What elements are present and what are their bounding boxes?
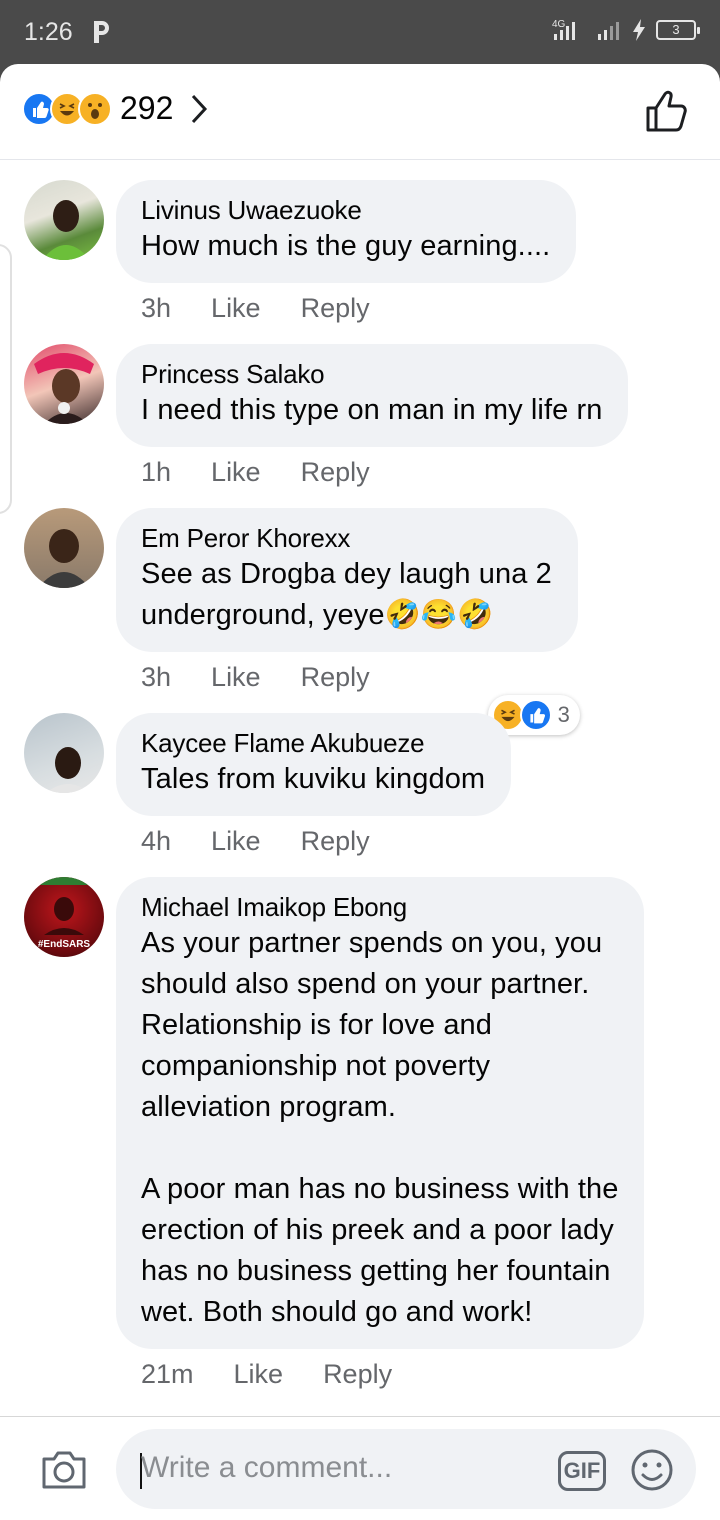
avatar[interactable] xyxy=(24,180,104,260)
comment-time: 21m xyxy=(141,1359,194,1389)
comment-actions: 1h Like Reply xyxy=(116,455,628,489)
comment-author[interactable]: Livinus Uwaezuoke xyxy=(141,194,550,226)
comment: Livinus Uwaezuoke How much is the guy ea… xyxy=(0,180,720,344)
signal-icon-2 xyxy=(598,22,619,40)
comment-actions: 4h Like Reply xyxy=(116,824,511,858)
gif-button[interactable]: GIF xyxy=(558,1451,606,1491)
comment-input-placeholder: Write a comment... xyxy=(141,1451,393,1484)
comment-composer: Write a comment... GIF xyxy=(0,1416,720,1520)
comment: Kaycee Flame Akubueze Tales from kuviku … xyxy=(0,713,720,877)
comment-time: 3h xyxy=(141,293,172,323)
comment-actions: 3h Like Reply xyxy=(116,291,576,325)
comment: Em Peror Khorexx See as Drogba dey laugh… xyxy=(0,508,720,735)
svg-text:#EndSARS: #EndSARS xyxy=(38,939,91,950)
like-button[interactable]: Like xyxy=(211,291,261,325)
comments-sheet: 292 Livinus Uwaezuoke How much is the gu… xyxy=(0,64,720,1520)
comment-time: 4h xyxy=(141,826,172,856)
comment-author[interactable]: Princess Salako xyxy=(141,358,602,390)
svg-text:4G: 4G xyxy=(552,19,566,30)
reply-button[interactable]: Reply xyxy=(323,1357,392,1391)
like-post-button[interactable] xyxy=(644,88,690,134)
charging-icon xyxy=(633,19,645,41)
battery-icon: 3 xyxy=(656,20,700,40)
reply-button[interactable]: Reply xyxy=(301,660,370,694)
comment: Princess Salako I need this type on man … xyxy=(0,344,720,508)
comment-bubble[interactable]: Princess Salako I need this type on man … xyxy=(116,344,629,447)
avatar[interactable] xyxy=(24,508,104,588)
like-button[interactable]: Like xyxy=(211,455,261,489)
camera-icon[interactable] xyxy=(40,1449,88,1491)
like-button[interactable]: Like xyxy=(211,824,261,858)
reply-button[interactable]: Reply xyxy=(301,291,370,325)
comment-bubble[interactable]: Livinus Uwaezuoke How much is the guy ea… xyxy=(116,180,577,283)
comment-bubble[interactable]: Kaycee Flame Akubueze Tales from kuviku … xyxy=(116,713,512,816)
comment-actions: 3h Like Reply xyxy=(116,660,578,694)
comment-bubble[interactable]: Em Peror Khorexx See as Drogba dey laugh… xyxy=(116,508,578,652)
like-button[interactable]: Like xyxy=(234,1357,284,1391)
comment-text: As your partner spends on you, you shoul… xyxy=(141,927,619,1328)
comment-actions: 21m Like Reply xyxy=(116,1357,644,1391)
signal-icon: 4G xyxy=(552,19,575,40)
comment-bubble[interactable]: Michael Imaikop Ebong As your partner sp… xyxy=(116,877,645,1349)
comment-text: Tales from kuviku kingdom xyxy=(141,763,486,795)
reply-button[interactable]: Reply xyxy=(301,824,370,858)
wow-reaction-icon xyxy=(78,91,112,126)
comment: #EndSARS Michael Imaikop Ebong As your p… xyxy=(0,877,720,1407)
status-bar: 1:26 4G 3 xyxy=(0,0,720,64)
chevron-right-icon xyxy=(192,94,208,123)
emoji-icon[interactable] xyxy=(630,1448,674,1492)
comment-author[interactable]: Em Peror Khorexx xyxy=(141,522,552,554)
comment-time: 3h xyxy=(141,662,172,692)
status-indicators: 4G 3 xyxy=(552,18,700,42)
status-time: 1:26 xyxy=(24,18,73,46)
comment-text: See as Drogba dey laugh una 2 undergroun… xyxy=(141,558,552,631)
comment-author[interactable]: Michael Imaikop Ebong xyxy=(141,891,618,923)
comment-time: 1h xyxy=(141,457,172,487)
comment-list: Livinus Uwaezuoke How much is the guy ea… xyxy=(0,180,720,1407)
comment-text: How much is the guy earning.... xyxy=(141,230,551,262)
reaction-count: 292 xyxy=(120,90,174,126)
comment-author[interactable]: Kaycee Flame Akubueze xyxy=(141,727,485,759)
avatar[interactable]: #EndSARS xyxy=(24,877,104,957)
reactions-summary[interactable]: 292 xyxy=(22,90,209,127)
reactions-header: 292 xyxy=(0,64,720,160)
avatar[interactable] xyxy=(24,713,104,793)
comment-text: I need this type on man in my life rn xyxy=(141,394,603,426)
avatar[interactable] xyxy=(24,344,104,424)
comment-input[interactable]: Write a comment... GIF xyxy=(116,1429,696,1509)
reply-button[interactable]: Reply xyxy=(301,455,370,489)
parking-icon xyxy=(94,21,109,43)
like-button[interactable]: Like xyxy=(211,660,261,694)
